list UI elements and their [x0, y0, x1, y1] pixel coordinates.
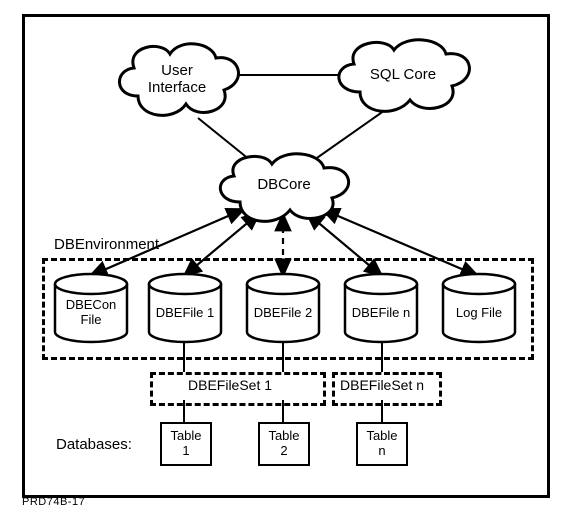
- cylinder-dbefile2-label: DBEFile 2: [244, 306, 322, 321]
- label-dbenvironment: DBEnvironment: [54, 236, 159, 253]
- label-dbefilesetn: DBEFileSet n: [340, 377, 424, 393]
- cloud-user-interface-label: User Interface: [108, 62, 246, 97]
- label-databases: Databases:: [56, 436, 132, 453]
- cylinder-dbefilen-label: DBEFile n: [342, 306, 420, 321]
- cloud-dbcore: DBCore: [210, 148, 358, 226]
- diagram-root: User Interface SQL Core DBCore DBEnviron…: [0, 0, 572, 521]
- label-dbefileset1: DBEFileSet 1: [188, 377, 272, 393]
- box-table-n: Table n: [356, 422, 408, 466]
- cylinder-logfile-label: Log File: [440, 306, 518, 321]
- cylinder-dbefile1: DBEFile 1: [146, 272, 224, 344]
- figure-caption: PRD74B-17: [22, 496, 85, 508]
- box-table-2: Table 2: [258, 422, 310, 466]
- cylinder-dbefilen: DBEFile n: [342, 272, 420, 344]
- cylinder-dbefile2: DBEFile 2: [244, 272, 322, 344]
- cloud-dbcore-label: DBCore: [210, 176, 358, 193]
- cloud-sql-core-label: SQL Core: [328, 66, 478, 83]
- box-table-1: Table 1: [160, 422, 212, 466]
- cylinder-dbefile1-label: DBEFile 1: [146, 306, 224, 321]
- cylinder-dbecon-label: DBECon File: [52, 298, 130, 328]
- cloud-sql-core: SQL Core: [328, 32, 478, 118]
- cloud-user-interface: User Interface: [108, 34, 246, 124]
- cylinder-dbecon-file: DBECon File: [52, 272, 130, 344]
- cylinder-logfile: Log File: [440, 272, 518, 344]
